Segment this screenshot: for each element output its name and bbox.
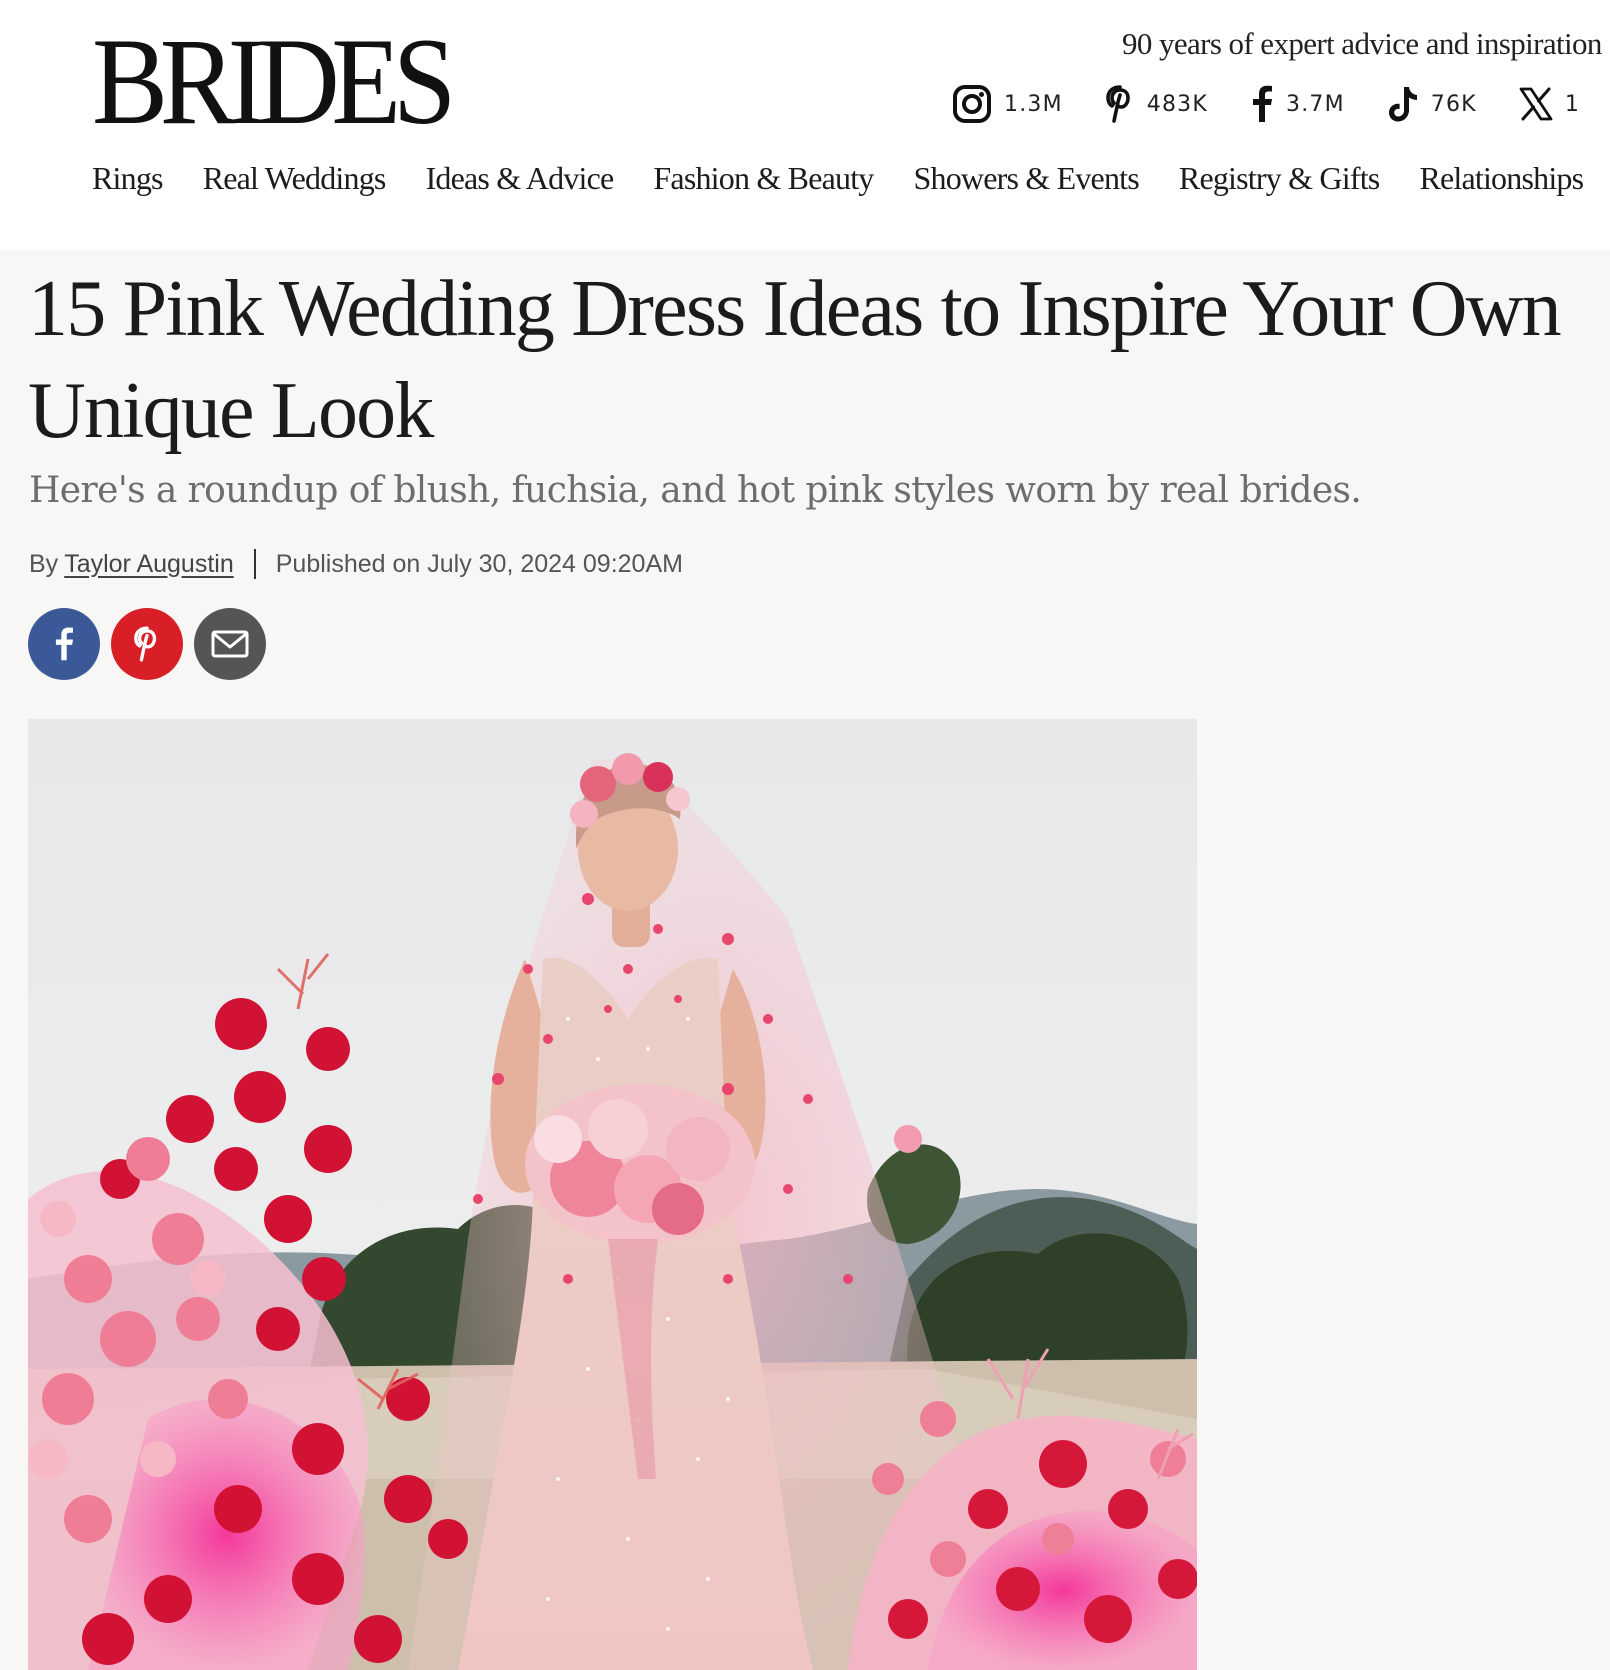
hero-image xyxy=(28,719,1197,1670)
bride-photo xyxy=(28,719,1197,1670)
x-icon xyxy=(1519,87,1553,121)
social-instagram[interactable]: 1.3M xyxy=(952,84,1063,124)
social-pinterest[interactable]: 483K xyxy=(1105,84,1208,124)
social-tiktok[interactable]: 76K xyxy=(1387,84,1477,124)
nav-real-weddings[interactable]: Real Weddings xyxy=(203,160,387,197)
main-nav: Rings Real Weddings Ideas & Advice Fashi… xyxy=(92,160,1610,197)
nav-relationships[interactable]: Relationships xyxy=(1419,160,1584,197)
author-link[interactable]: Taylor Augustin xyxy=(64,550,234,579)
byline-divider xyxy=(253,549,256,579)
x-count: 1 xyxy=(1564,91,1581,117)
pinterest-icon xyxy=(1105,85,1130,123)
facebook-icon xyxy=(55,627,73,661)
share-bar xyxy=(28,608,277,680)
nav-fashion-beauty[interactable]: Fashion & Beauty xyxy=(653,160,874,197)
social-facebook[interactable]: 3.7M xyxy=(1250,84,1345,124)
share-email-button[interactable] xyxy=(194,608,266,680)
nav-showers-events[interactable]: Showers & Events xyxy=(914,160,1140,197)
instagram-icon xyxy=(953,85,991,123)
byline: By Taylor Augustin Published on July 30,… xyxy=(29,549,683,579)
social-follow-bar: 1.3M 483K 3.7M 76K 1 xyxy=(952,84,1610,124)
article-dek: Here's a roundup of blush, fuchsia, and … xyxy=(29,470,1362,511)
tiktok-icon xyxy=(1388,87,1417,122)
tagline: 90 years of expert advice and inspiratio… xyxy=(1122,26,1602,61)
pinterest-count: 483K xyxy=(1146,91,1208,117)
brides-logo[interactable]: BRIDES xyxy=(92,12,456,152)
instagram-count: 1.3M xyxy=(1004,91,1063,117)
facebook-count: 3.7M xyxy=(1286,91,1345,117)
byline-prefix: By xyxy=(29,549,59,578)
nav-rings[interactable]: Rings xyxy=(92,160,163,197)
share-pinterest-button[interactable] xyxy=(111,608,183,680)
email-icon xyxy=(211,630,249,658)
site-header: BRIDES 90 years of expert advice and ins… xyxy=(0,0,1610,250)
tiktok-count: 76K xyxy=(1430,91,1477,117)
pinterest-icon xyxy=(134,626,157,662)
facebook-icon xyxy=(1253,85,1272,122)
share-facebook-button[interactable] xyxy=(28,608,100,680)
social-x[interactable]: 1 xyxy=(1519,87,1580,121)
nav-registry-gifts[interactable]: Registry & Gifts xyxy=(1179,160,1380,197)
publish-date: Published on July 30, 2024 09:20AM xyxy=(275,549,683,578)
nav-ideas-advice[interactable]: Ideas & Advice xyxy=(426,160,615,197)
article-title: 15 Pink Wedding Dress Ideas to Inspire Y… xyxy=(28,265,1562,455)
